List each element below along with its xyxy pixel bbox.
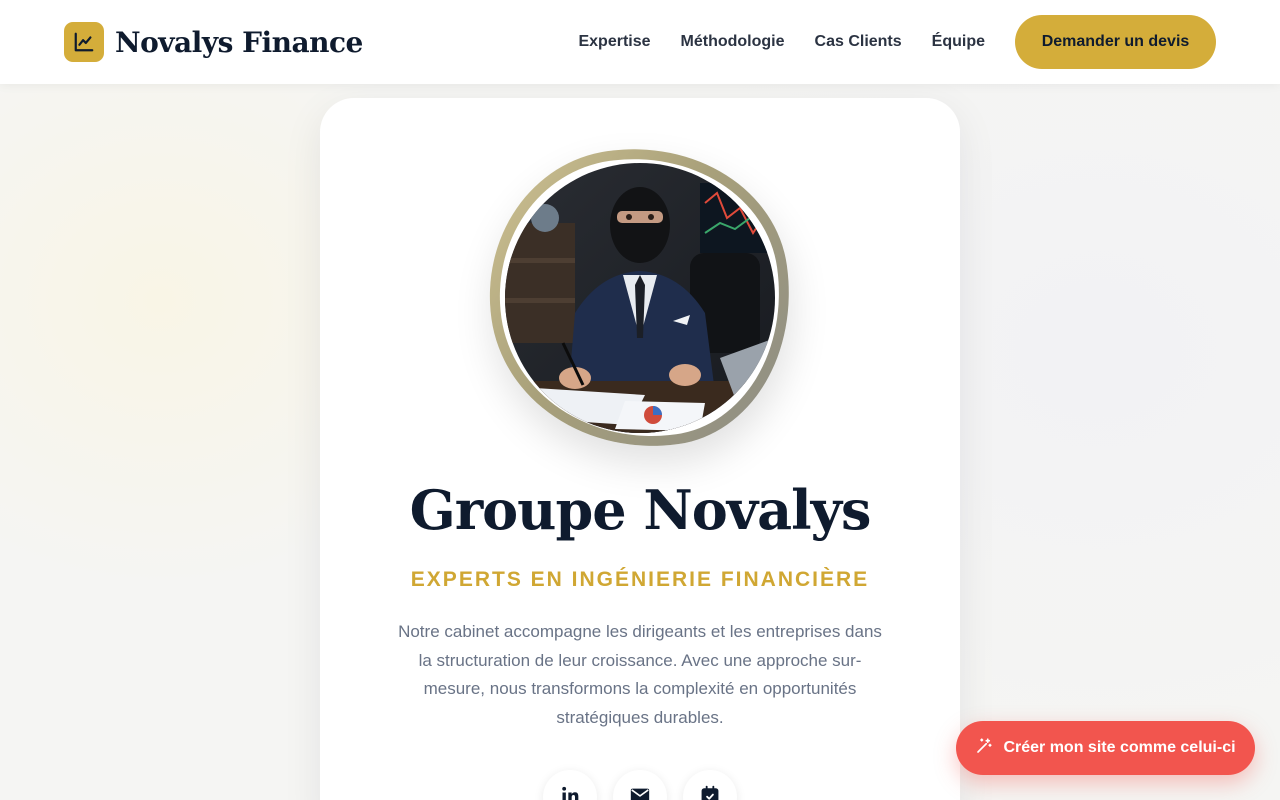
company-description: Notre cabinet accompagne les dirigeants … bbox=[398, 622, 882, 727]
chart-line-icon bbox=[64, 22, 104, 62]
request-quote-button[interactable]: Demander un devis bbox=[1015, 15, 1216, 69]
nav-link-cas-clients[interactable]: Cas Clients bbox=[815, 33, 902, 51]
nav-link-expertise[interactable]: Expertise bbox=[578, 33, 650, 51]
company-tagline: EXPERTS EN INGÉNIERIE FINANCIÈRE bbox=[410, 568, 870, 591]
linkedin-button[interactable] bbox=[543, 770, 597, 800]
nav-link-equipe[interactable]: Équipe bbox=[932, 33, 985, 51]
calendar-check-icon bbox=[700, 785, 720, 800]
portrait-image bbox=[505, 163, 775, 433]
site-header: Novalys Finance Expertise Méthodologie C… bbox=[0, 0, 1280, 84]
profile-card: Groupe Novalys EXPERTS EN INGÉNIERIE FIN… bbox=[320, 98, 960, 800]
portrait-frame bbox=[470, 128, 810, 468]
nav-link-methodologie[interactable]: Méthodologie bbox=[681, 33, 785, 51]
book-meeting-button[interactable] bbox=[683, 770, 737, 800]
magic-wand-icon bbox=[975, 737, 993, 760]
mail-icon bbox=[629, 784, 651, 800]
company-title: Groupe Novalys bbox=[409, 478, 872, 542]
brand[interactable]: Novalys Finance bbox=[64, 22, 363, 62]
create-site-button[interactable]: Créer mon site comme celui-ci bbox=[956, 721, 1255, 775]
email-button[interactable] bbox=[613, 770, 667, 800]
linkedin-icon bbox=[560, 785, 580, 800]
create-site-label: Créer mon site comme celui-ci bbox=[1003, 739, 1236, 756]
main-nav: Expertise Méthodologie Cas Clients Équip… bbox=[578, 15, 1216, 69]
social-links bbox=[320, 770, 960, 800]
brand-name: Novalys Finance bbox=[115, 25, 363, 59]
